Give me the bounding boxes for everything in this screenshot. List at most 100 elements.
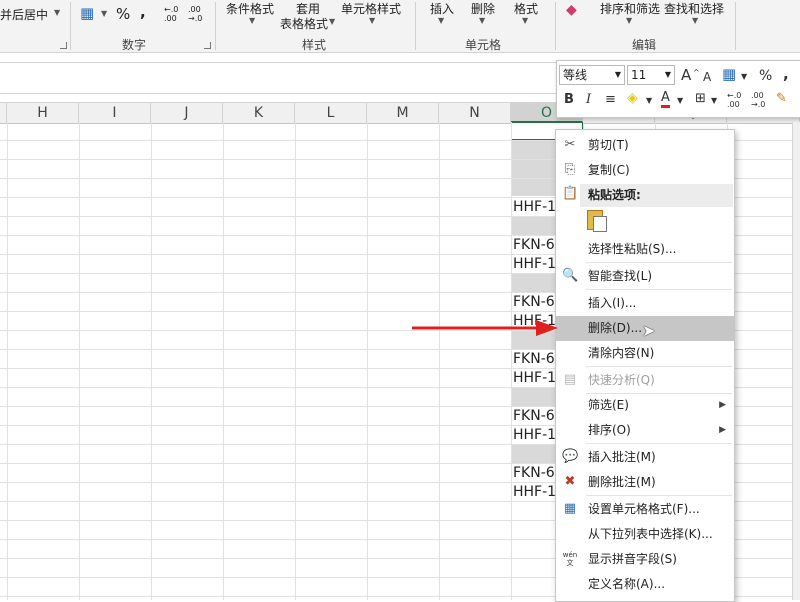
comma-style-button[interactable]: , — [783, 65, 789, 83]
bold-button[interactable]: B — [564, 91, 574, 109]
cell-o-value[interactable]: FKN-6 — [513, 464, 555, 483]
alignment-launcher-icon[interactable] — [60, 42, 67, 49]
menu-item-label: 从下拉列表中选择(K)... — [588, 527, 713, 541]
cell-o-value[interactable]: FKN-6 — [513, 350, 555, 369]
fill-color-icon[interactable]: ◈ — [627, 89, 638, 107]
menu-item-delete[interactable]: 删除(D)... ➤ — [556, 316, 734, 341]
menu-item-pick-from-list[interactable]: 从下拉列表中选择(K)... — [556, 522, 734, 547]
chevron-down-icon[interactable]: ▼ — [741, 68, 747, 86]
red-arrow-icon — [412, 320, 558, 336]
cell-o-value[interactable]: FKN-6 — [513, 236, 555, 255]
menu-separator — [586, 443, 732, 444]
chevron-down-icon[interactable]: ▼ — [329, 17, 335, 26]
chevron-down-icon[interactable]: ▼ — [249, 16, 255, 25]
delete-comment-icon: ✖ — [564, 474, 576, 489]
chevron-down-icon[interactable]: ▼ — [646, 92, 652, 110]
paste-options-header: 粘贴选项: — [580, 184, 733, 207]
font-name-box[interactable]: 等线 ▼ — [559, 65, 625, 85]
menu-item-clear-contents[interactable]: 清除内容(N) — [556, 341, 734, 366]
column-header-h[interactable]: H — [7, 103, 79, 123]
decrease-decimal-icon[interactable]: .00 →.0 — [188, 5, 208, 23]
paste-option-button[interactable] — [587, 210, 607, 232]
menu-item-quick-analysis: ▤ 快速分析(Q) — [556, 368, 734, 393]
chevron-down-icon[interactable]: ▼ — [665, 66, 671, 84]
font-size-box[interactable]: 11 ▼ — [627, 65, 675, 85]
format-painter-icon[interactable]: ✎ — [776, 90, 787, 108]
grid-line — [511, 122, 512, 600]
align-center-icon[interactable]: ≡ — [605, 91, 616, 109]
cell-o-value[interactable]: HHF-1 — [513, 369, 556, 388]
chevron-down-icon[interactable]: ▼ — [369, 16, 375, 25]
menu-item-filter[interactable]: 筛选(E) ▶ — [556, 393, 734, 418]
chevron-down-icon[interactable]: ▼ — [479, 16, 485, 25]
menu-separator — [586, 495, 732, 496]
cell-o-value[interactable]: HHF-1 — [513, 198, 556, 217]
menu-item-insert-comment[interactable]: 💬 插入批注(M) — [556, 445, 734, 470]
format-cells-button[interactable]: 格式 — [514, 0, 538, 17]
cell-o-value[interactable]: HHF-1 — [513, 426, 556, 445]
percent-style-button[interactable]: % — [759, 67, 772, 85]
grow-font-icon[interactable]: A — [681, 66, 691, 84]
menu-item-define-name[interactable]: 定义名称(A)... — [556, 572, 734, 597]
menu-item-copy[interactable]: ⎘ 复制(C) — [556, 158, 734, 183]
number-launcher-icon[interactable] — [204, 42, 211, 49]
vertical-scrollbar[interactable] — [792, 122, 800, 600]
italic-button[interactable]: I — [586, 91, 591, 109]
submenu-arrow-icon: ▶ — [719, 425, 726, 435]
delete-cells-button[interactable]: 删除 — [471, 0, 495, 17]
menu-item-label: 智能查找(L) — [588, 269, 653, 283]
decrease-decimal-icon[interactable]: .00 →.0 — [751, 91, 765, 109]
borders-icon[interactable]: ⊞ — [695, 90, 706, 108]
cell-o-value[interactable]: HHF-1 — [513, 255, 556, 274]
column-header-k[interactable]: K — [223, 103, 295, 123]
menu-item-label: 定义名称(A)... — [588, 577, 666, 591]
chevron-down-icon[interactable]: ▼ — [626, 16, 632, 25]
menu-item-label: 剪切(T) — [588, 138, 629, 152]
accounting-format-icon[interactable]: ▦ — [80, 4, 94, 22]
chevron-down-icon[interactable]: ▼ — [101, 9, 107, 18]
merge-center-button[interactable]: 并后居中 — [0, 6, 48, 23]
cell-o-value[interactable]: HHF-1 — [513, 483, 556, 502]
chevron-down-icon[interactable]: ▼ — [438, 16, 444, 25]
column-header-l[interactable]: L — [295, 103, 367, 123]
group-label-cells: 单元格 — [465, 38, 502, 52]
chevron-down-icon[interactable]: ▼ — [711, 92, 717, 110]
menu-item-sort[interactable]: 排序(O) ▶ — [556, 418, 734, 443]
eraser-icon[interactable]: ◆ — [566, 2, 577, 18]
menu-item-insert[interactable]: 插入(I)... — [556, 291, 734, 316]
chevron-down-icon[interactable]: ▼ — [54, 8, 60, 17]
menu-item-paste-special[interactable]: 选择性粘贴(S)... — [556, 237, 734, 262]
cell-styles-button[interactable]: 单元格样式 — [341, 0, 401, 17]
sort-filter-button[interactable]: 排序和筛选 — [600, 0, 660, 17]
menu-item-label: 显示拼音字段(S) — [588, 552, 677, 566]
chevron-down-icon[interactable]: ▼ — [677, 92, 683, 110]
format-cells-icon: ▦ — [563, 501, 577, 516]
chevron-down-icon[interactable]: ▼ — [522, 16, 528, 25]
menu-item-show-phonetic[interactable]: wén 文 显示拼音字段(S) — [556, 547, 734, 572]
menu-item-cut[interactable]: ✂ 剪切(T) — [556, 133, 734, 158]
menu-item-smart-lookup[interactable]: 🔍 智能查找(L) — [556, 264, 734, 289]
column-header-j[interactable]: J — [151, 103, 223, 123]
cell-o-value[interactable]: FKN-6 — [513, 293, 555, 312]
format-as-table-label[interactable]: 表格格式 — [280, 15, 328, 32]
find-select-button[interactable]: 查找和选择 — [664, 0, 724, 17]
increase-decimal-icon[interactable]: ←.0.00 — [727, 91, 741, 109]
column-header-n[interactable]: N — [439, 103, 511, 123]
percent-style-button[interactable]: % — [116, 5, 130, 23]
menu-item-format-cells[interactable]: ▦ 设置单元格格式(F)... — [556, 497, 734, 522]
menu-item-delete-comment[interactable]: ✖ 删除批注(M) — [556, 470, 734, 495]
cell-o-value[interactable]: FKN-6 — [513, 407, 555, 426]
shrink-font-icon[interactable]: A — [703, 68, 711, 86]
accounting-format-icon[interactable]: ▦ — [722, 65, 736, 83]
column-header-partial — [0, 103, 7, 123]
conditional-format-button[interactable]: 条件格式 — [226, 0, 274, 17]
font-color-button[interactable]: A — [661, 90, 670, 108]
chevron-down-icon[interactable]: ▼ — [692, 16, 698, 25]
increase-decimal-icon[interactable]: ←.0.00 — [164, 5, 184, 23]
comma-style-button[interactable]: , — [140, 3, 146, 21]
column-header-m[interactable]: M — [367, 103, 439, 123]
clipboard-icon: 📋 — [562, 186, 579, 201]
column-header-i[interactable]: I — [79, 103, 151, 123]
insert-cells-button[interactable]: 插入 — [430, 0, 454, 17]
chevron-down-icon[interactable]: ▼ — [615, 66, 621, 84]
